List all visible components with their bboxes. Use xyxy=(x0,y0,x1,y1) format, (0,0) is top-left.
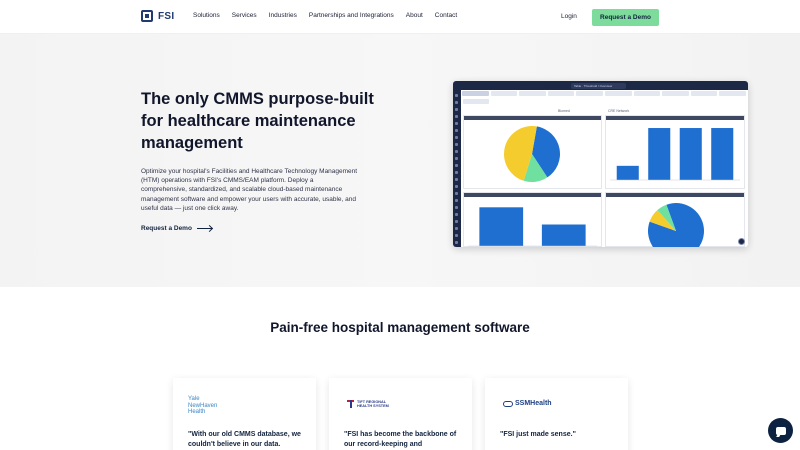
sidebar-nav-icon xyxy=(455,213,458,216)
bar xyxy=(541,224,586,246)
chart-panel-bar-1 xyxy=(605,115,745,189)
nav-link-industries[interactable]: Industries xyxy=(269,12,297,19)
sidebar-nav-icon xyxy=(455,241,458,244)
dashboard-tab xyxy=(690,91,718,96)
ssm-logo-icon xyxy=(503,400,513,407)
panel-title-left: Biomed xyxy=(558,109,570,113)
dashboard-tab xyxy=(490,91,518,96)
dashboard-tab xyxy=(519,91,546,96)
sidebar-nav-icon xyxy=(455,94,458,97)
sidebar-nav-icon xyxy=(455,108,458,111)
login-link[interactable]: Login xyxy=(561,13,577,20)
sidebar-nav-icon xyxy=(455,234,458,237)
hero-title: The only CMMS purpose-built for healthca… xyxy=(141,90,374,152)
section-title: Pain-free hospital management software xyxy=(270,320,530,335)
dashboard-tab xyxy=(547,91,575,96)
sidebar-nav-icon xyxy=(455,192,458,195)
yale-newhaven-logo: Yale NewHaven Health xyxy=(188,396,217,416)
dashboard-tab-title: Table · Threshold / Overview xyxy=(571,82,626,89)
chat-button[interactable] xyxy=(768,418,793,443)
nav-link-services[interactable]: Services xyxy=(232,12,257,19)
dashboard-sidebar xyxy=(453,90,461,247)
pie-slice xyxy=(648,203,704,247)
sidebar-nav-icon xyxy=(455,171,458,174)
panel-title-right: CRE Network xyxy=(608,109,630,113)
hero-demo-link[interactable]: Request a Demo xyxy=(141,225,212,232)
bar xyxy=(616,165,639,180)
sidebar-nav-icon xyxy=(455,164,458,167)
dashboard-tab xyxy=(462,91,489,96)
testimonial-card-ssm: SSMHealth "FSI just made sense." xyxy=(485,378,628,450)
tift-logo-icon xyxy=(347,400,354,409)
bar-chart-2 xyxy=(468,207,597,247)
fsi-logo[interactable]: FSI xyxy=(141,10,174,22)
arrow-right-icon xyxy=(196,228,212,229)
sidebar-nav-icon xyxy=(455,206,458,209)
hero-description: Optimize your hospital's Facilities and … xyxy=(141,168,358,212)
chart-panel-bar-2 xyxy=(463,192,602,247)
bar xyxy=(648,128,671,180)
tift-regional-logo: TIFT REGIONAL HEALTH SYSTEM xyxy=(347,400,389,409)
fsi-logo-icon xyxy=(141,10,153,22)
chart-panel-pie-1 xyxy=(463,115,602,189)
hero-demo-label: Request a Demo xyxy=(141,225,192,232)
nav-link-solutions[interactable]: Solutions xyxy=(193,12,220,19)
chat-bubble-icon xyxy=(775,426,786,435)
pie-chart-1 xyxy=(503,125,560,182)
dashboard-tab xyxy=(604,91,632,96)
bar xyxy=(711,128,734,180)
sidebar-nav-icon xyxy=(455,136,458,139)
testimonial-quote: "With our old CMMS database, we couldn't… xyxy=(188,431,301,448)
sidebar-nav-icon xyxy=(455,220,458,223)
testimonial-quote: "FSI has become the backbone of our reco… xyxy=(344,431,457,448)
dashboard-tab xyxy=(633,91,661,96)
sidebar-nav-icon xyxy=(455,227,458,230)
nav-link-contact[interactable]: Contact xyxy=(435,12,457,19)
sidebar-nav-icon xyxy=(455,150,458,153)
sidebar-nav-icon xyxy=(455,178,458,181)
nav-link-partnerships[interactable]: Partnerships and Integrations xyxy=(309,12,394,19)
logo-line: HEALTH SYSTEM xyxy=(357,404,389,409)
logo-text: FSI xyxy=(158,10,175,22)
request-demo-button[interactable]: Request a Demo xyxy=(592,9,659,26)
dashboard-tab xyxy=(662,91,689,96)
testimonial-card-yale: Yale NewHaven Health "With our old CMMS … xyxy=(173,378,316,450)
pie-chart-2 xyxy=(648,203,704,247)
chart-panel-pie-2 xyxy=(605,192,745,247)
logo-line: Health xyxy=(188,409,206,415)
dashboard-screenshot: Table · Threshold / Overview Biomed CRE … xyxy=(453,81,748,247)
dashboard-topbar: Table · Threshold / Overview xyxy=(453,81,748,90)
dashboard-tabs xyxy=(462,91,746,97)
ssm-health-logo: SSMHealth xyxy=(503,400,552,407)
dashboard-tab xyxy=(576,91,603,96)
help-icon xyxy=(738,238,745,245)
sidebar-nav-icon xyxy=(455,101,458,104)
testimonial-quote: "FSI just made sense." xyxy=(500,431,576,438)
sidebar-nav-icon xyxy=(455,115,458,118)
sidebar-nav-icon xyxy=(455,143,458,146)
sidebar-nav-icon xyxy=(455,199,458,202)
dashboard-subfilter xyxy=(463,99,489,104)
testimonial-card-tift: TIFT REGIONAL HEALTH SYSTEM "FSI has bec… xyxy=(329,378,472,450)
sidebar-nav-icon xyxy=(455,129,458,132)
bar xyxy=(479,207,524,246)
dashboard-tab xyxy=(719,91,746,96)
logo-text: SSMHealth xyxy=(515,400,552,407)
sidebar-nav-icon xyxy=(455,157,458,160)
nav-link-about[interactable]: About xyxy=(406,12,423,19)
nav-links: Solutions Services Industries Partnershi… xyxy=(193,12,457,19)
top-nav: FSI Solutions Services Industries Partne… xyxy=(0,0,800,34)
sidebar-nav-icon xyxy=(455,122,458,125)
sidebar-nav-icon xyxy=(455,185,458,188)
bar xyxy=(679,128,702,180)
bar-chart-1 xyxy=(610,128,740,181)
